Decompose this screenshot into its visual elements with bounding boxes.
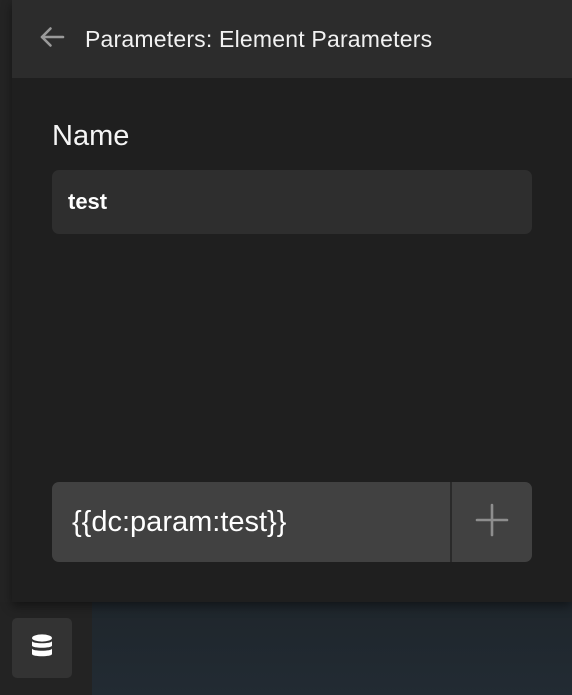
dynamic-tag-row: {{dc:param:test}} xyxy=(52,482,532,562)
plus-icon xyxy=(475,503,509,542)
database-button[interactable] xyxy=(12,618,72,678)
left-edge-background xyxy=(0,0,12,695)
panel-title: Parameters: Element Parameters xyxy=(85,25,433,52)
name-label: Name xyxy=(52,120,130,152)
add-tag-button[interactable] xyxy=(452,482,532,562)
name-input[interactable] xyxy=(52,170,532,234)
back-button[interactable] xyxy=(30,17,74,61)
dynamic-tag-value[interactable]: {{dc:param:test}} xyxy=(52,482,450,562)
parameters-panel: Parameters: Element Parameters Name {{dc… xyxy=(12,0,572,602)
panel-header: Parameters: Element Parameters xyxy=(12,0,572,78)
arrow-left-icon xyxy=(38,25,66,54)
canvas-background xyxy=(92,602,572,695)
database-icon xyxy=(30,633,54,664)
